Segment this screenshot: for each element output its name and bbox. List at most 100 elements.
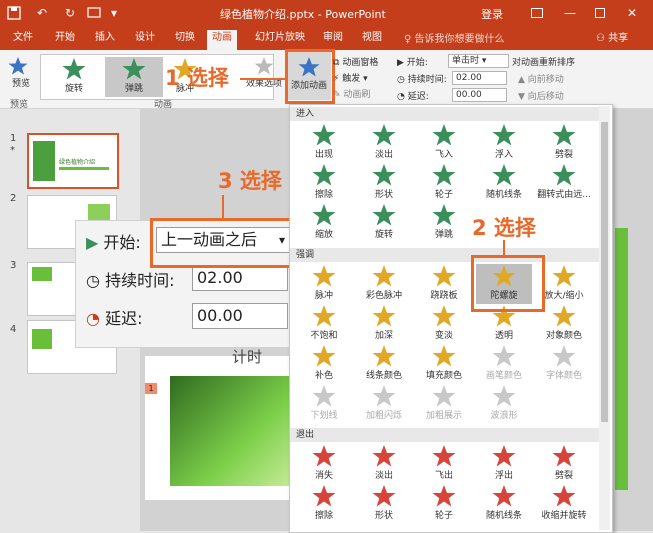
effect-entrance-8[interactable]: 随机线条 (476, 163, 532, 203)
effect-entrance-12[interactable]: 弹跳 (416, 203, 472, 243)
preview-button[interactable]: 预览 (8, 56, 34, 96)
animation-painter-button[interactable]: ✎ 动画刷 (333, 87, 370, 100)
trigger-button[interactable]: ⚡ 触发 ▾ (333, 71, 368, 84)
effect-label: 淡出 (374, 150, 393, 160)
minimize-icon[interactable]: — (560, 3, 580, 23)
effect-entrance-10[interactable]: 缩放 (296, 203, 352, 243)
step-2-connector (503, 240, 505, 256)
start-select[interactable]: 单击时 ▾ (448, 54, 509, 68)
effect-label: 彩色脉冲 (365, 291, 402, 301)
callout-delay-text: 延迟: (105, 309, 143, 328)
effect-emphasis-7[interactable]: 变淡 (416, 304, 472, 344)
duration-input[interactable]: 02.00 (452, 71, 507, 85)
effect-star-icon (312, 164, 336, 186)
effect-exit-0[interactable]: 消失 (296, 444, 352, 484)
effect-emphasis-15[interactable]: 下划线 (296, 384, 352, 424)
effect-emphasis-11[interactable]: 线条颜色 (356, 344, 412, 384)
effect-entrance-2[interactable]: 飞入 (416, 123, 472, 163)
effect-emphasis-18[interactable]: 波浪形 (476, 384, 532, 424)
start-label: ▶ 开始: (397, 58, 428, 68)
callout-duration-input[interactable]: 02.00 (192, 265, 288, 291)
effect-emphasis-14[interactable]: 字体颜色 (536, 344, 592, 384)
effect-options-button[interactable]: 效果选项 (246, 56, 282, 96)
gallery-item-bounce[interactable]: 弹跳 (105, 57, 163, 97)
effect-label: 加粗展示 (425, 411, 462, 421)
effect-exit-5[interactable]: 擦除 (296, 484, 352, 524)
effect-entrance-1[interactable]: 淡出 (356, 123, 412, 163)
effect-emphasis-17[interactable]: 加粗展示 (416, 384, 472, 424)
person-icon: ⚇ (596, 33, 605, 44)
customize-toolbar-icon[interactable]: ▾ (104, 3, 124, 23)
slide-thumbnail-1[interactable]: 绿色植物介绍 (27, 133, 119, 189)
effect-entrance-5[interactable]: 擦除 (296, 163, 352, 203)
callout-delay-input[interactable]: 00.00 (192, 303, 288, 329)
callout-duration-value: 02.00 (197, 268, 243, 287)
effect-exit-9[interactable]: 收缩并旋转 (536, 484, 592, 524)
gallery-label: 弹跳 (124, 84, 143, 94)
save-icon[interactable] (4, 3, 24, 23)
effect-emphasis-1[interactable]: 彩色脉冲 (356, 264, 412, 304)
animation-pane-button[interactable]: ⧉ 动画窗格 (333, 55, 378, 68)
effect-entrance-11[interactable]: 旋转 (356, 203, 412, 243)
effect-label: 浮入 (494, 150, 513, 160)
effect-exit-1[interactable]: 淡出 (356, 444, 412, 484)
effect-emphasis-5[interactable]: 不饱和 (296, 304, 352, 344)
redo-icon[interactable]: ↻ (60, 3, 80, 23)
effect-exit-3[interactable]: 浮出 (476, 444, 532, 484)
effect-exit-4[interactable]: 劈裂 (536, 444, 592, 484)
effect-emphasis-10[interactable]: 补色 (296, 344, 352, 384)
login-link[interactable]: 登录 (481, 6, 503, 22)
effect-entrance-7[interactable]: 轮子 (416, 163, 472, 203)
effect-label: 淡出 (374, 471, 393, 481)
start-slideshow-icon[interactable] (84, 3, 104, 23)
maximize-icon[interactable] (590, 3, 610, 23)
step-1-annotation: 1 选择 (165, 66, 229, 90)
effect-emphasis-16[interactable]: 加粗闪烁 (356, 384, 412, 424)
effect-exit-8[interactable]: 随机线条 (476, 484, 532, 524)
effect-label: 擦除 (314, 511, 333, 521)
undo-icon[interactable]: ↶ (32, 3, 52, 23)
start-select-highlight (150, 218, 300, 268)
tab-view[interactable]: 视图 (357, 30, 387, 50)
effect-exit-7[interactable]: 轮子 (416, 484, 472, 524)
effect-emphasis-12[interactable]: 填充颜色 (416, 344, 472, 384)
animation-pane-icon: ⧉ (333, 58, 340, 68)
tab-slideshow[interactable]: 幻灯片放映 (250, 30, 310, 50)
scrollbar-thumb[interactable] (601, 122, 608, 422)
effect-entrance-9[interactable]: 翻转式由远... (536, 163, 592, 203)
effect-emphasis-0[interactable]: 脉冲 (296, 264, 352, 304)
current-slide[interactable] (145, 356, 295, 500)
callout-duration-text: 持续时间: (105, 271, 175, 290)
effect-exit-6[interactable]: 形状 (356, 484, 412, 524)
tab-transitions[interactable]: 切换 (170, 30, 200, 50)
slide-number: 3 (10, 260, 17, 271)
tab-file[interactable]: 文件 (8, 30, 38, 50)
tab-home[interactable]: 开始 (50, 30, 80, 50)
effect-emphasis-13[interactable]: 画笔颜色 (476, 344, 532, 384)
tab-design[interactable]: 设计 (130, 30, 160, 50)
effect-emphasis-2[interactable]: 跷跷板 (416, 264, 472, 304)
step-1-connector (240, 78, 286, 80)
effect-entrance-4[interactable]: 劈裂 (536, 123, 592, 163)
tab-review[interactable]: 审阅 (318, 30, 348, 50)
effect-entrance-3[interactable]: 浮入 (476, 123, 532, 163)
tab-insert[interactable]: 插入 (90, 30, 120, 50)
ribbon-display-icon[interactable] (527, 3, 547, 23)
effect-label: 浮出 (494, 471, 513, 481)
dropdown-scrollbar[interactable] (599, 106, 610, 530)
effect-label: 不饱和 (310, 331, 338, 341)
effect-exit-2[interactable]: 飞出 (416, 444, 472, 484)
tell-me-search[interactable]: ♀ 告诉我你想要做什么 (404, 30, 505, 45)
effect-entrance-0[interactable]: 出现 (296, 123, 352, 163)
move-earlier-button[interactable]: ▲ 向前移动 (518, 72, 564, 85)
close-icon[interactable]: ✕ (622, 3, 642, 23)
effect-entrance-6[interactable]: 形状 (356, 163, 412, 203)
gallery-item-spin[interactable]: 旋转 (45, 57, 103, 97)
effect-label: 跷跷板 (430, 291, 458, 301)
effect-emphasis-6[interactable]: 加深 (356, 304, 412, 344)
tab-animations[interactable]: 动画 (207, 30, 237, 50)
effect-label: 填充颜色 (425, 371, 462, 381)
delay-input[interactable]: 00.00 (452, 88, 507, 102)
move-later-button[interactable]: ▼ 向后移动 (518, 89, 564, 102)
share-button[interactable]: ⚇ 共享 (596, 29, 628, 44)
